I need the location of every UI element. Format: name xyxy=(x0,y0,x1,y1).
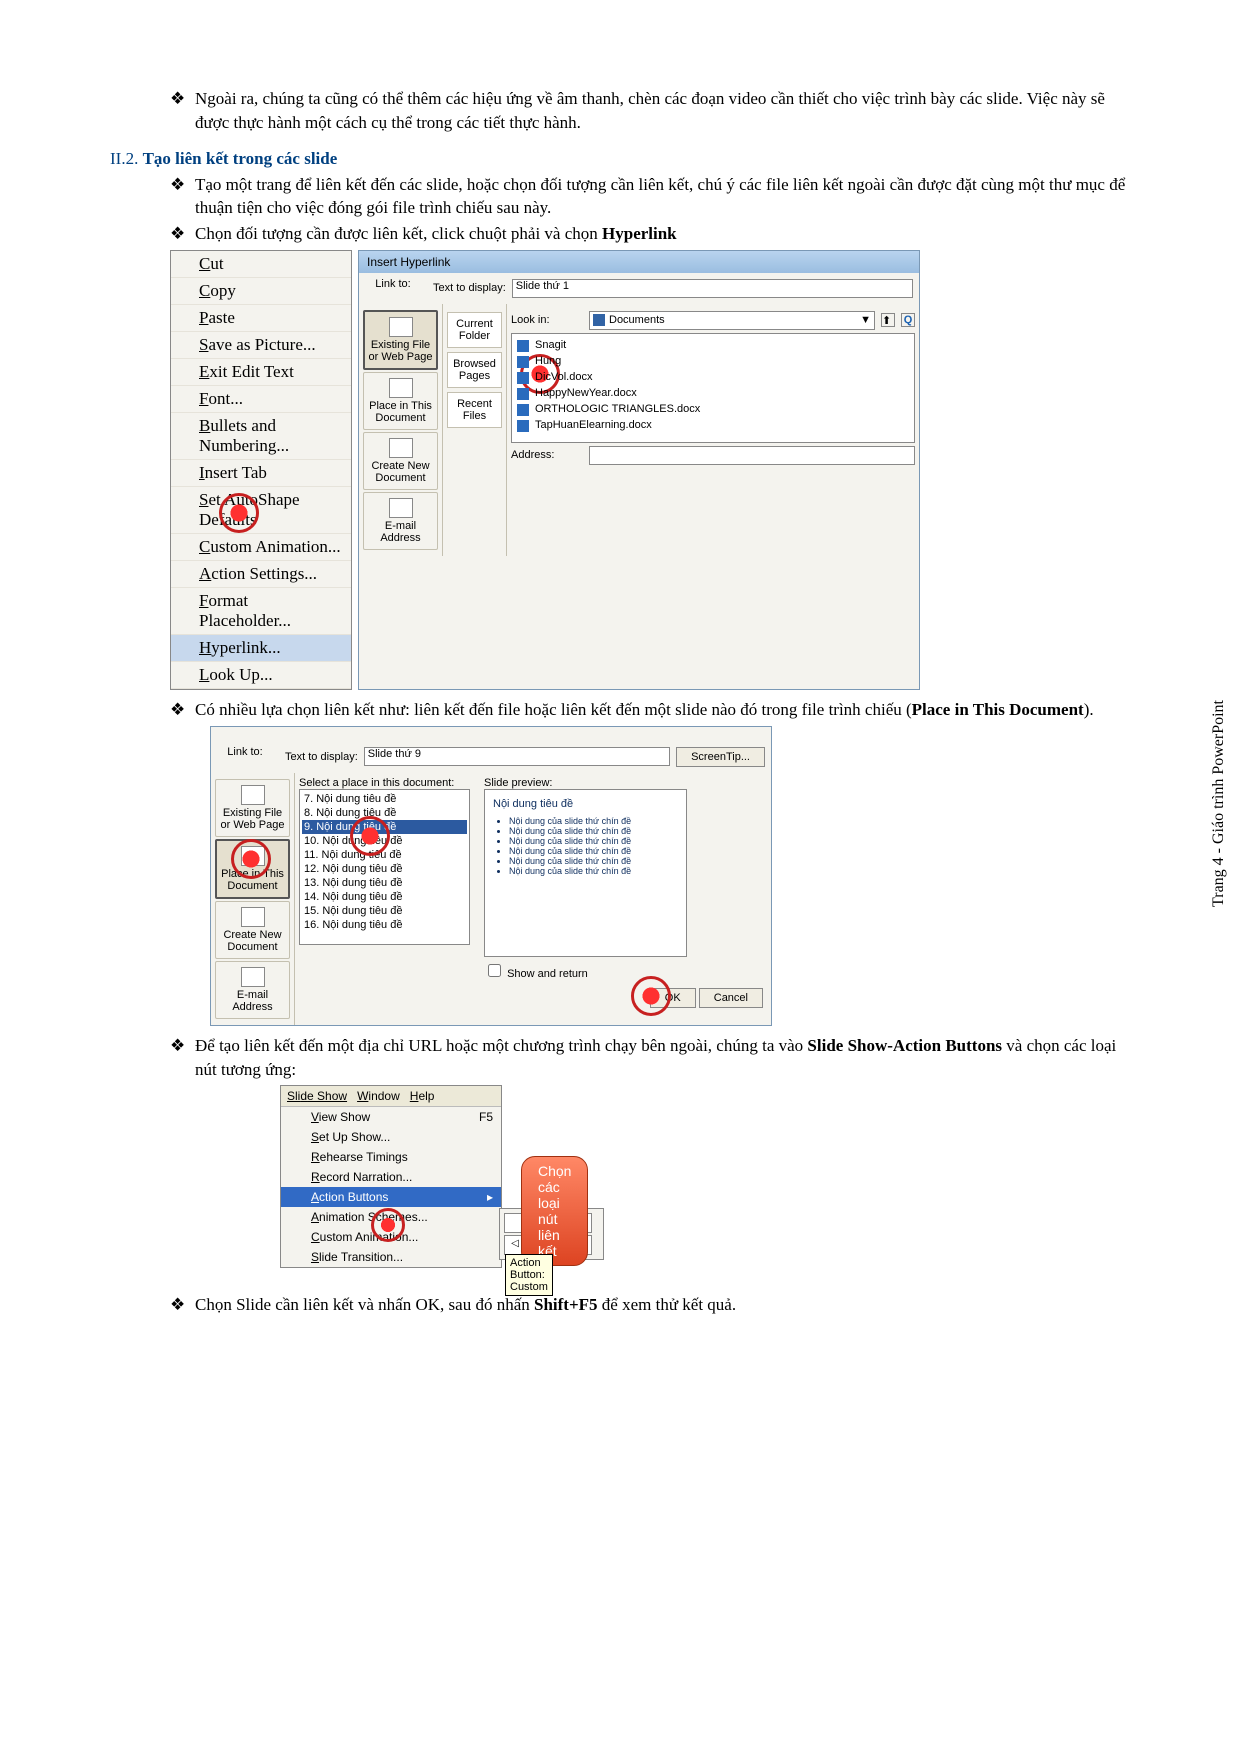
show-return-checkbox[interactable] xyxy=(488,964,501,977)
menubar-item[interactable]: Window xyxy=(357,1089,400,1103)
select-place-label: Select a place in this document: xyxy=(299,777,470,789)
menubar-item[interactable]: Slide Show xyxy=(287,1089,347,1103)
linkto-label: Link to: xyxy=(359,273,427,304)
preview-label: Slide preview: xyxy=(484,777,687,789)
cancel-button[interactable]: Cancel xyxy=(699,988,763,1008)
tree-item[interactable]: 8. Nội dung tiêu đề xyxy=(302,806,467,820)
dialog-title: Insert Hyperlink xyxy=(359,251,919,273)
tree-item[interactable]: 13. Nội dung tiêu đề xyxy=(302,876,467,890)
highlight-circle-icon xyxy=(219,493,259,533)
menu-item[interactable]: Slide Transition... xyxy=(281,1247,501,1267)
context-menu-item[interactable]: Bullets and Numbering... xyxy=(171,413,351,460)
highlight-circle-icon xyxy=(231,839,271,879)
text-to-display-label: Text to display: xyxy=(285,751,358,763)
browse-tab[interactable]: Recent Files xyxy=(447,392,502,428)
linkto-tab[interactable]: Create New Document xyxy=(363,432,438,490)
linkto-tab[interactable]: E-mail Address xyxy=(215,961,290,1019)
menu-item[interactable]: View ShowF5 xyxy=(281,1107,501,1127)
tree-item[interactable]: 14. Nội dung tiêu đề xyxy=(302,890,467,904)
browse-web-icon[interactable]: Q xyxy=(901,313,915,327)
bold-term: Place in This Document xyxy=(912,700,1084,719)
context-menu-item[interactable]: Paste xyxy=(171,305,351,332)
bold-term: Hyperlink xyxy=(602,224,677,243)
context-menu-item[interactable]: Look Up... xyxy=(171,662,351,689)
section-heading: II.2. Tạo liên kết trong các slide xyxy=(110,149,1130,169)
context-menu-item[interactable]: Set AutoShape Defaults xyxy=(171,487,351,534)
slide-tree[interactable]: 7. Nội dung tiêu đề 8. Nội dung tiêu đề … xyxy=(299,789,470,945)
context-menu-item[interactable]: Save as Picture... xyxy=(171,332,351,359)
preview-bullet: Nội dung của slide thứ chín đề xyxy=(509,836,678,846)
text-to-display-input[interactable]: Slide thứ 1 xyxy=(512,279,913,298)
menu-item[interactable]: Set Up Show... xyxy=(281,1127,501,1147)
preview-bullet: Nội dung của slide thứ chín đề xyxy=(509,866,678,876)
context-menu[interactable]: CutCopyPasteSave as Picture...Exit Edit … xyxy=(170,250,352,690)
linkto-label: Link to: xyxy=(211,741,279,773)
address-label: Address: xyxy=(511,449,583,461)
context-menu-item[interactable]: Custom Animation... xyxy=(171,534,351,561)
bullet-text: Chọn Slide cần liên kết và nhấn OK, sau … xyxy=(195,1295,534,1314)
menu-item[interactable]: Rehearse Timings xyxy=(281,1147,501,1167)
tree-item[interactable]: 12. Nội dung tiêu đề xyxy=(302,862,467,876)
bullet-text: Để tạo liên kết đến một địa chỉ URL hoặc… xyxy=(195,1036,807,1055)
bullet-text: Chọn đối tượng cần được liên kết, click … xyxy=(195,224,602,243)
file-item[interactable]: HappyNewYear.docx xyxy=(515,385,911,401)
file-item[interactable]: Hung xyxy=(515,353,911,369)
insert-hyperlink-dialog-2: Link to: Text to display: Slide thứ 9 Sc… xyxy=(210,726,772,1026)
page-footer-side: Trang 4 - Giáo trình PowerPoint xyxy=(1210,700,1228,907)
tree-item[interactable]: 7. Nội dung tiêu đề xyxy=(302,792,467,806)
text-to-display-label: Text to display: xyxy=(433,282,506,294)
slide-preview: Nội dung tiêu đề Nội dung của slide thứ … xyxy=(484,789,687,957)
text-to-display-input[interactable]: Slide thứ 9 xyxy=(364,747,670,766)
highlight-circle-icon xyxy=(631,976,671,1016)
menu-item[interactable]: Action Buttons▸ xyxy=(281,1187,501,1207)
tooltip-label: Action Button: Custom xyxy=(505,1254,553,1296)
up-one-level-icon[interactable]: ⬆ xyxy=(881,313,895,327)
browse-tab[interactable]: Current Folder xyxy=(447,312,502,348)
bullet-text: Có nhiều lựa chọn liên kết như: liên kết… xyxy=(195,700,912,719)
bullet-text: Ngoài ra, chúng ta cũng có thể thêm các … xyxy=(195,89,1105,132)
linkto-tab[interactable]: E-mail Address xyxy=(363,492,438,550)
file-item[interactable]: Snagit xyxy=(515,337,911,353)
linkto-tab[interactable]: Create New Document xyxy=(215,901,290,959)
preview-bullet: Nội dung của slide thứ chín đề xyxy=(509,816,678,826)
file-list[interactable]: SnagitHungDicVol.docxHappyNewYear.docxOR… xyxy=(511,333,915,443)
browse-tab[interactable]: Browsed Pages xyxy=(447,352,502,388)
tree-item[interactable]: 11. Nội dung tiêu đề xyxy=(302,848,467,862)
tree-item[interactable]: 15. Nội dung tiêu đề xyxy=(302,904,467,918)
context-menu-item[interactable]: Action Settings... xyxy=(171,561,351,588)
linkto-tab[interactable]: Existing File or Web Page xyxy=(215,779,290,837)
bold-term: Slide Show-Action Buttons xyxy=(807,1036,1002,1055)
insert-hyperlink-dialog: Insert Hyperlink Link to: Text to displa… xyxy=(358,250,920,690)
context-menu-item[interactable]: Hyperlink... xyxy=(171,635,351,662)
screentip-button[interactable]: ScreenTip... xyxy=(676,747,765,767)
bold-term: Shift+F5 xyxy=(534,1295,598,1314)
preview-bullet: Nội dung của slide thứ chín đề xyxy=(509,826,678,836)
linkto-tab[interactable]: Existing File or Web Page xyxy=(363,310,438,370)
preview-bullet: Nội dung của slide thứ chín đề xyxy=(509,846,678,856)
context-menu-item[interactable]: Format Placeholder... xyxy=(171,588,351,635)
bullet-text: Tạo một trang để liên kết đến các slide,… xyxy=(195,175,1125,218)
file-item[interactable]: DicVol.docx xyxy=(515,369,911,385)
lookin-label: Look in: xyxy=(511,314,583,326)
linkto-tab[interactable]: Place in This Document xyxy=(363,372,438,430)
context-menu-item[interactable]: Insert Tab xyxy=(171,460,351,487)
file-item[interactable]: ORTHOLOGIC TRIANGLES.docx xyxy=(515,401,911,417)
slideshow-menu[interactable]: Slide Show Window Help View ShowF5Set Up… xyxy=(280,1085,502,1268)
menu-item[interactable]: Record Narration... xyxy=(281,1167,501,1187)
context-menu-item[interactable]: Exit Edit Text xyxy=(171,359,351,386)
lookin-combo[interactable]: Documents ▼ xyxy=(589,311,875,330)
tree-item[interactable]: 16. Nội dung tiêu đề xyxy=(302,918,467,932)
address-input[interactable] xyxy=(589,446,915,465)
context-menu-item[interactable]: Copy xyxy=(171,278,351,305)
callout-label: Chọn các loại nút liên kết xyxy=(521,1156,588,1266)
context-menu-item[interactable]: Font... xyxy=(171,386,351,413)
menubar-item[interactable]: Help xyxy=(410,1089,435,1103)
context-menu-item[interactable]: Cut xyxy=(171,251,351,278)
highlight-circle-icon xyxy=(350,816,390,856)
preview-bullet: Nội dung của slide thứ chín đề xyxy=(509,856,678,866)
file-item[interactable]: TapHuanElearning.docx xyxy=(515,417,911,433)
show-return-label: Show and return xyxy=(507,968,588,980)
